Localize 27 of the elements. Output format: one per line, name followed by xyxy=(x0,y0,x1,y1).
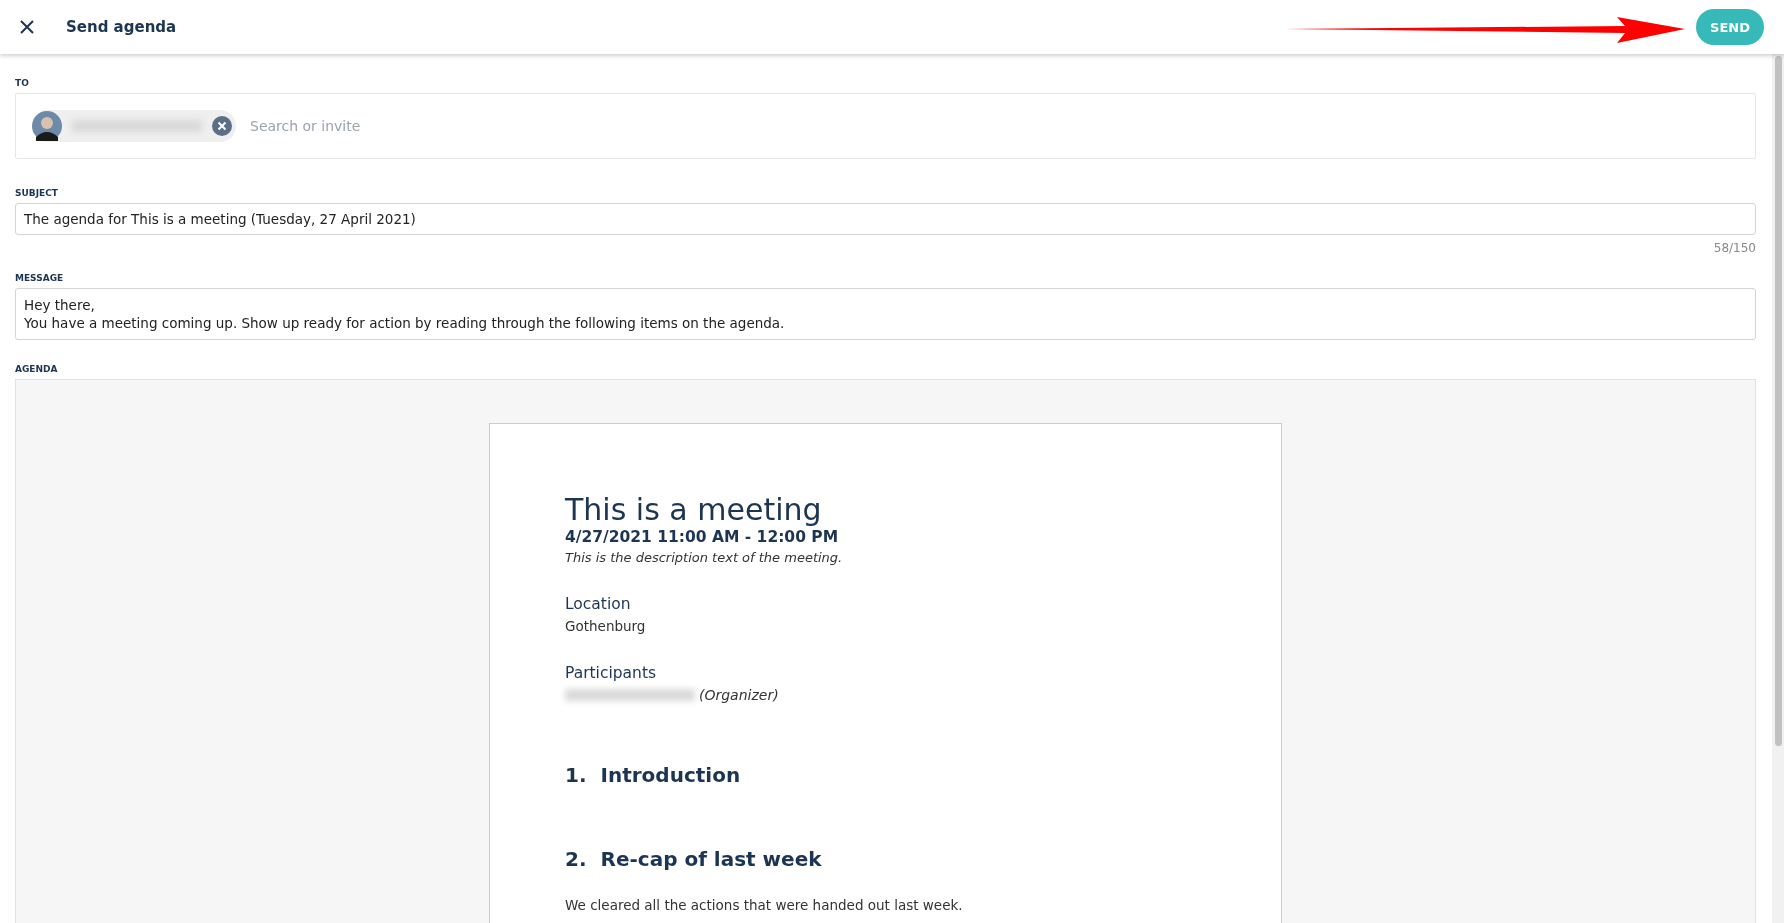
subject-field[interactable]: The agenda for This is a meeting (Tuesday, 27 April 2021) xyxy=(15,203,1756,235)
message-line: You have a meeting coming up. Show up ready for action by reading through the following items on the agenda. xyxy=(24,314,786,332)
close-icon[interactable] xyxy=(19,19,35,35)
agenda-item-title: 1. Introduction xyxy=(565,763,742,787)
section-heading: Location xyxy=(565,595,632,613)
section-heading: Participants xyxy=(565,664,658,682)
message-line: Hey there, xyxy=(24,296,96,314)
field-label: TO xyxy=(15,78,30,88)
character-counter: 58/150 xyxy=(1712,241,1756,255)
agenda-item-text: We cleared all the actions that were handed out last week. xyxy=(565,897,964,913)
meeting-title: This is a meeting xyxy=(565,492,823,528)
meeting-time: 4/27/2021 11:00 AM - 12:00 PM xyxy=(565,528,840,546)
scrollbar-thumb[interactable] xyxy=(1774,56,1782,746)
field-label: AGENDA xyxy=(15,364,59,374)
recipient-chip[interactable] xyxy=(32,110,236,142)
remove-icon[interactable] xyxy=(212,116,232,136)
recipients-field[interactable]: Search or invite xyxy=(15,93,1756,159)
avatar-icon xyxy=(32,111,62,141)
dialog-title: Send agenda xyxy=(66,18,177,36)
meeting-description: This is the description text of the meeting. xyxy=(565,550,844,565)
agenda-item-title: 2. Re-cap of last week xyxy=(565,847,823,871)
participant-role: (Organizer) xyxy=(699,687,779,703)
location-text: Gothenburg xyxy=(565,618,647,634)
field-label: MESSAGE xyxy=(15,273,65,283)
field-label: SUBJECT xyxy=(15,188,59,198)
scrollbar[interactable] xyxy=(1772,54,1784,923)
message-field[interactable]: Hey there, You have a meeting coming up. Show up ready for action by reading through the following items on the agenda. xyxy=(15,288,1756,340)
